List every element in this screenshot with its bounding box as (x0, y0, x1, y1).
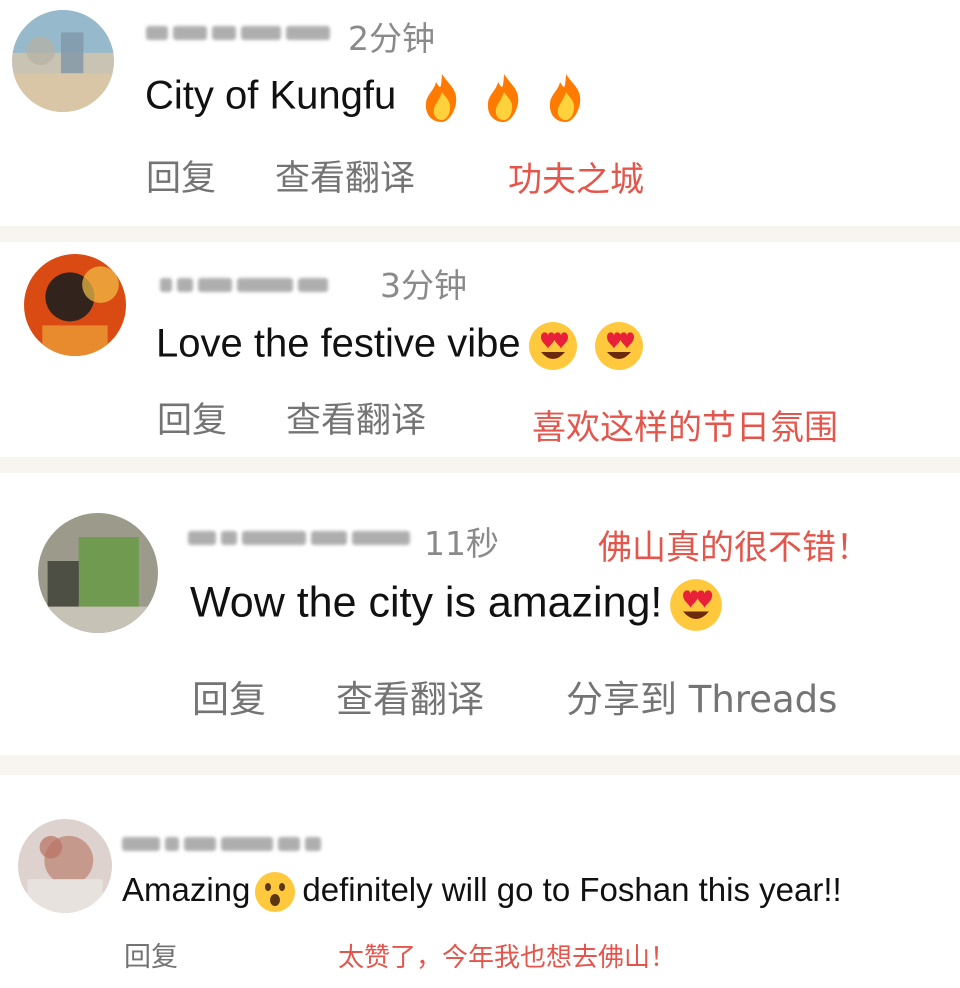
fire-emoji (542, 72, 590, 124)
comment-time: 2分钟 (348, 19, 435, 58)
comment-text-body: Love the festive vibe (156, 321, 521, 366)
translation-note: 喜欢这样的节日氛围 (532, 408, 838, 448)
comment-text-body: Wow the city is amazing! (190, 578, 663, 627)
fire-emoji (418, 72, 466, 124)
translation-note: 太赞了，今年我也想去佛山！ (338, 943, 677, 973)
fire-emoji (480, 72, 528, 124)
comment-time: 3分钟 (380, 266, 467, 305)
comment-item: 3分钟 Love the festive vibe 回复 查看翻译 喜欢这样的节… (0, 242, 960, 457)
reply-button[interactable]: 回复 (124, 935, 178, 974)
comment-text: Amazing definitely will go to Foshan this… (122, 871, 842, 913)
avatar[interactable] (38, 513, 158, 633)
blurred-username[interactable] (122, 837, 321, 851)
comment-text-before: Amazing (122, 871, 251, 908)
heart-eyes-emoji (527, 320, 579, 372)
share-threads-button[interactable]: 分享到 Threads (566, 669, 837, 723)
blurred-username[interactable] (188, 531, 410, 545)
blurred-username[interactable] (146, 26, 330, 40)
section-divider (0, 755, 960, 775)
heart-eyes-emoji (593, 320, 645, 372)
translate-button[interactable]: 查看翻译 (275, 150, 415, 201)
blurred-username[interactable] (160, 278, 328, 292)
translate-button[interactable]: 查看翻译 (336, 669, 484, 723)
reply-button[interactable]: 回复 (146, 150, 216, 201)
section-divider (0, 226, 960, 242)
comment-time: 11秒 (424, 524, 499, 563)
surprised-emoji (254, 871, 296, 913)
reply-button[interactable]: 回复 (192, 669, 266, 723)
avatar[interactable] (18, 819, 112, 913)
translation-note: 佛山真的很不错！ (598, 528, 870, 568)
heart-eyes-emoji (668, 577, 724, 633)
comment-text: City of Kungfu (145, 72, 590, 124)
section-divider (0, 457, 960, 473)
comment-text: Love the festive vibe (156, 320, 645, 372)
comment-text-body: City of Kungfu (145, 73, 397, 118)
avatar[interactable] (24, 254, 126, 356)
comment-item: 11秒 佛山真的很不错！ Wow the city is amazing! 回复… (0, 473, 960, 755)
translate-button[interactable]: 查看翻译 (286, 392, 426, 443)
comment-item: Amazing definitely will go to Foshan this… (0, 775, 960, 988)
comment-item: 2分钟 City of Kungfu 回复 查看翻译 功夫之城 (0, 0, 960, 226)
translation-note: 功夫之城 (508, 160, 644, 200)
comment-text-after: definitely will go to Foshan this year!! (302, 871, 842, 908)
avatar[interactable] (12, 10, 114, 112)
comment-text: Wow the city is amazing! (190, 577, 724, 633)
reply-button[interactable]: 回复 (157, 392, 227, 443)
